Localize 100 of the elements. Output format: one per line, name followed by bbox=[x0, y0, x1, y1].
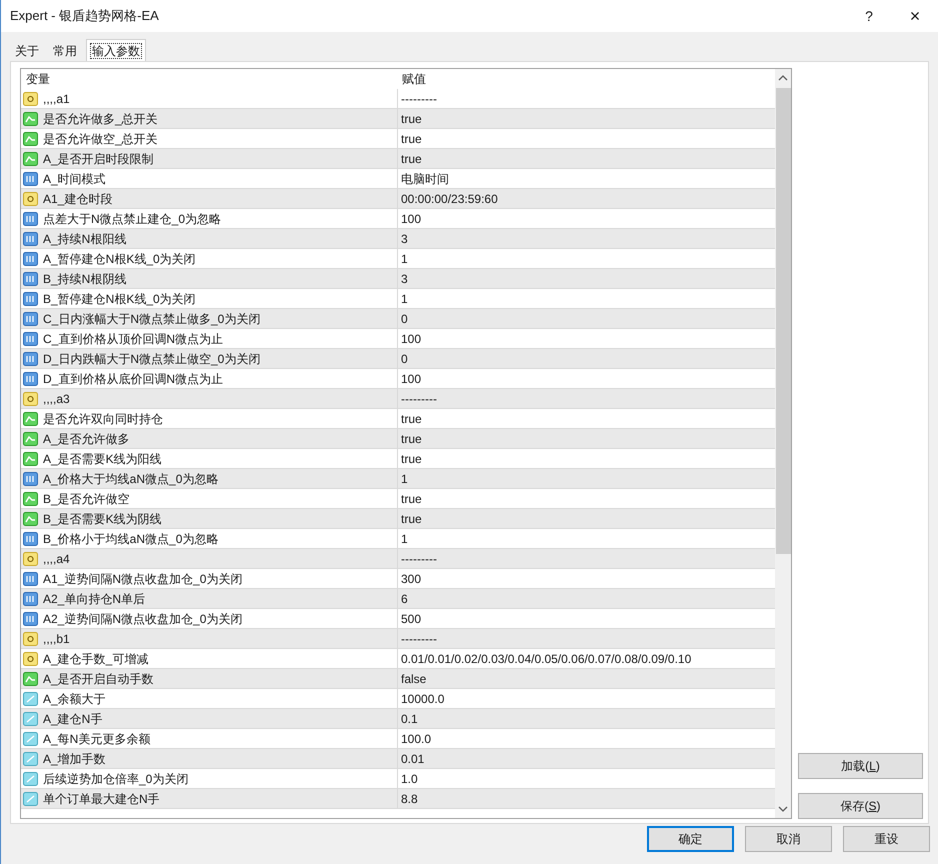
parameter-value: true bbox=[400, 450, 422, 468]
integer-type-icon bbox=[23, 330, 39, 346]
parameter-row[interactable]: 点差大于N微点禁止建仓_0为忽略 100 bbox=[21, 209, 776, 229]
integer-type-icon bbox=[23, 250, 39, 266]
parameter-name: A_建仓N手 bbox=[43, 710, 102, 728]
parameter-row[interactable]: C_日内涨幅大于N微点禁止做多_0为关闭 0 bbox=[21, 309, 776, 329]
parameter-row[interactable]: A_是否需要K线为阳线 true bbox=[21, 449, 776, 469]
close-button[interactable]: × bbox=[892, 0, 938, 32]
parameter-row[interactable]: B_持续N根阴线 3 bbox=[21, 269, 776, 289]
parameter-row[interactable]: A_是否开启自动手数 false bbox=[21, 669, 776, 689]
parameter-name: A2_逆势间隔N微点收盘加仓_0为关闭 bbox=[43, 610, 242, 628]
integer-type-icon bbox=[23, 210, 39, 226]
parameter-value: true bbox=[400, 130, 422, 148]
text-type-icon bbox=[23, 630, 39, 646]
parameter-value: --------- bbox=[400, 90, 437, 108]
parameter-row[interactable]: 后续逆势加仓倍率_0为关闭 1.0 bbox=[21, 769, 776, 789]
parameter-row[interactable]: A_增加手数 0.01 bbox=[21, 749, 776, 769]
toggle-type-icon bbox=[23, 130, 39, 146]
parameter-name: 是否允许双向同时持仓 bbox=[43, 410, 163, 428]
parameter-value: 1 bbox=[400, 250, 408, 268]
parameter-row[interactable]: A1_逆势间隔N微点收盘加仓_0为关闭 300 bbox=[21, 569, 776, 589]
integer-type-icon bbox=[23, 290, 39, 306]
parameter-row[interactable]: A2_单向持仓N单后 6 bbox=[21, 589, 776, 609]
parameter-value: 300 bbox=[400, 570, 422, 588]
integer-type-icon bbox=[23, 370, 39, 386]
parameter-row[interactable]: A_余额大于 10000.0 bbox=[21, 689, 776, 709]
parameter-row[interactable]: A_建仓手数_可增减 0.01/0.01/0.02/0.03/0.04/0.05/0.06/0.07/0.08/0.09/0.10 bbox=[21, 649, 776, 669]
parameter-row[interactable]: A2_逆势间隔N微点收盘加仓_0为关闭 500 bbox=[21, 609, 776, 629]
parameter-row[interactable]: 是否允许做多_总开关 true bbox=[21, 109, 776, 129]
parameter-value: 100 bbox=[400, 210, 422, 228]
parameter-row[interactable]: ,,,,a3 --------- bbox=[21, 389, 776, 409]
parameter-row[interactable]: A1_建仓时段 00:00:00/23:59:60 bbox=[21, 189, 776, 209]
toggle-type-icon bbox=[23, 450, 39, 466]
parameter-value: false bbox=[400, 670, 426, 688]
scrollbar-thumb[interactable] bbox=[776, 88, 790, 554]
help-button[interactable]: ? bbox=[846, 0, 892, 32]
parameter-row[interactable]: C_直到价格从顶价回调N微点为止 100 bbox=[21, 329, 776, 349]
parameter-value: 0.01/0.01/0.02/0.03/0.04/0.05/0.06/0.07/0.08/0.09/0.10 bbox=[400, 650, 692, 668]
parameter-value: 0 bbox=[400, 310, 408, 328]
parameter-value: --------- bbox=[400, 630, 437, 648]
parameter-row[interactable]: A_价格大于均线aN微点_0为忽略 1 bbox=[21, 469, 776, 489]
parameter-value: 100 bbox=[400, 370, 422, 388]
parameter-row[interactable]: B_价格小于均线aN微点_0为忽略 1 bbox=[21, 529, 776, 549]
dialog-button[interactable]: 重设 bbox=[843, 826, 930, 852]
parameter-name: A_是否允许做多 bbox=[43, 430, 130, 448]
parameter-name: 单个订单最大建仓N手 bbox=[43, 790, 160, 808]
parameter-value: true bbox=[400, 150, 422, 168]
scroll-up-icon[interactable] bbox=[778, 74, 788, 82]
dialog-button[interactable]: 确定 bbox=[647, 826, 734, 852]
integer-type-icon bbox=[23, 350, 39, 366]
integer-type-icon bbox=[23, 270, 39, 286]
parameter-row[interactable]: A_是否开启时段限制 true bbox=[21, 149, 776, 169]
parameter-name: C_直到价格从顶价回调N微点为止 bbox=[43, 330, 224, 348]
parameter-row[interactable]: ,,,,b1 --------- bbox=[21, 629, 776, 649]
parameter-row[interactable]: B_暂停建仓N根K线_0为关闭 1 bbox=[21, 289, 776, 309]
parameter-row[interactable]: D_直到价格从底价回调N微点为止 100 bbox=[21, 369, 776, 389]
parameter-name: B_是否允许做空 bbox=[43, 490, 130, 508]
parameter-row[interactable]: B_是否需要K线为阴线 true bbox=[21, 509, 776, 529]
parameter-row[interactable]: D_日内跌幅大于N微点禁止做空_0为关闭 0 bbox=[21, 349, 776, 369]
parameter-name: A_是否需要K线为阳线 bbox=[43, 450, 162, 468]
parameter-name: ,,,,b1 bbox=[43, 630, 70, 648]
parameter-row[interactable]: ,,,,a1 --------- bbox=[21, 89, 776, 109]
side-button[interactable]: 保存(S) bbox=[798, 793, 923, 819]
column-header[interactable]: 赋值 bbox=[398, 70, 776, 88]
parameter-value: 500 bbox=[400, 610, 422, 628]
parameter-row[interactable]: B_是否允许做空 true bbox=[21, 489, 776, 509]
parameter-name: 后续逆势加仓倍率_0为关闭 bbox=[43, 770, 188, 788]
scroll-down-icon[interactable] bbox=[778, 805, 788, 813]
text-type-icon bbox=[23, 90, 39, 106]
parameter-value: 100.0 bbox=[400, 730, 432, 748]
integer-type-icon bbox=[23, 570, 39, 586]
column-header[interactable]: 变量 bbox=[21, 70, 398, 88]
parameter-value: true bbox=[400, 110, 422, 128]
scrollbar[interactable] bbox=[775, 69, 791, 818]
parameter-value: --------- bbox=[400, 550, 437, 568]
parameter-name: A_余额大于 bbox=[43, 690, 106, 708]
side-button[interactable]: 加载(L) bbox=[798, 753, 923, 779]
parameter-name: 是否允许做空_总开关 bbox=[43, 130, 158, 148]
parameter-name: A1_逆势间隔N微点收盘加仓_0为关闭 bbox=[43, 570, 242, 588]
parameter-row[interactable]: A_持续N根阳线 3 bbox=[21, 229, 776, 249]
parameter-row[interactable]: 是否允许做空_总开关 true bbox=[21, 129, 776, 149]
parameter-value: 0.01 bbox=[400, 750, 424, 768]
parameter-value: 10000.0 bbox=[400, 690, 444, 708]
dialog-button[interactable]: 取消 bbox=[745, 826, 832, 852]
parameter-row[interactable]: A_时间模式 电脑时间 bbox=[21, 169, 776, 189]
toggle-type-icon bbox=[23, 150, 39, 166]
tab[interactable]: 输入参数 bbox=[86, 39, 146, 61]
fraction-type-icon bbox=[23, 690, 39, 706]
parameter-row[interactable]: A_建仓N手 0.1 bbox=[21, 709, 776, 729]
parameter-name: B_是否需要K线为阴线 bbox=[43, 510, 162, 528]
parameter-row[interactable]: A_是否允许做多 true bbox=[21, 429, 776, 449]
parameter-row[interactable]: 是否允许双向同时持仓 true bbox=[21, 409, 776, 429]
parameter-value: 电脑时间 bbox=[400, 170, 449, 188]
parameter-row[interactable]: ,,,,a4 --------- bbox=[21, 549, 776, 569]
parameter-row[interactable]: A_每N美元更多余额 100.0 bbox=[21, 729, 776, 749]
parameter-value: 1 bbox=[400, 530, 408, 548]
parameter-name: B_暂停建仓N根K线_0为关闭 bbox=[43, 290, 196, 308]
parameter-name: 点差大于N微点禁止建仓_0为忽略 bbox=[43, 210, 222, 228]
parameter-row[interactable]: A_暂停建仓N根K线_0为关闭 1 bbox=[21, 249, 776, 269]
parameter-row[interactable]: 单个订单最大建仓N手 8.8 bbox=[21, 789, 776, 809]
